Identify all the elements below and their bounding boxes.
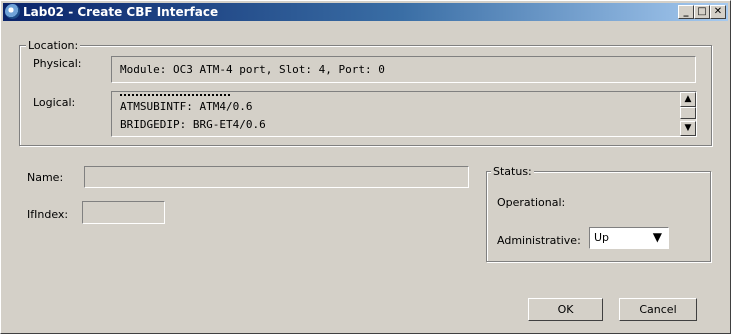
scroll-up-icon[interactable]: ▲ (680, 92, 696, 107)
close-button[interactable]: ✕ (710, 5, 726, 19)
logical-line: BRIDGEDIP: BRG-ET4/0.6 (120, 118, 266, 131)
administrative-value: Up (594, 231, 610, 244)
maximize-button[interactable]: □ (694, 5, 710, 19)
vertical-scrollbar[interactable]: ▲ ▼ (680, 92, 696, 136)
logical-list[interactable]: ATMSUBINTF: ATM4/0.6 BRIDGEDIP: BRG-ET4/… (111, 91, 697, 137)
ifindex-label: IfIndex: (27, 208, 69, 221)
window-title: Lab02 - Create CBF Interface (23, 5, 219, 19)
title-bar[interactable]: Lab02 - Create CBF Interface _ □ ✕ (3, 3, 728, 21)
location-legend: Location: (26, 39, 81, 52)
physical-value: Module: OC3 ATM-4 port, Slot: 4, Port: 0 (120, 63, 385, 76)
administrative-label: Administrative: (497, 234, 581, 247)
dialog-window: Lab02 - Create CBF Interface _ □ ✕ Locat… (0, 0, 731, 334)
name-label: Name: (27, 171, 64, 184)
physical-label: Physical: (33, 57, 82, 70)
clipped-line-fragment (120, 92, 230, 96)
status-legend: Status: (491, 165, 534, 178)
minimize-button[interactable]: _ (678, 5, 694, 19)
administrative-select[interactable]: Up ▼ (589, 227, 669, 249)
name-field[interactable] (84, 166, 469, 188)
ifindex-field[interactable] (82, 201, 165, 224)
app-icon (5, 4, 20, 19)
scroll-down-icon[interactable]: ▼ (680, 121, 696, 136)
dropdown-arrow-icon[interactable]: ▼ (653, 230, 662, 244)
ok-button[interactable]: OK (528, 298, 603, 321)
logical-line: ATMSUBINTF: ATM4/0.6 (120, 100, 253, 113)
operational-label: Operational: (497, 196, 566, 209)
logical-label: Logical: (33, 96, 76, 109)
cancel-button[interactable]: Cancel (619, 298, 697, 321)
physical-field: Module: OC3 ATM-4 port, Slot: 4, Port: 0 (111, 56, 696, 83)
scroll-thumb[interactable] (680, 107, 696, 119)
